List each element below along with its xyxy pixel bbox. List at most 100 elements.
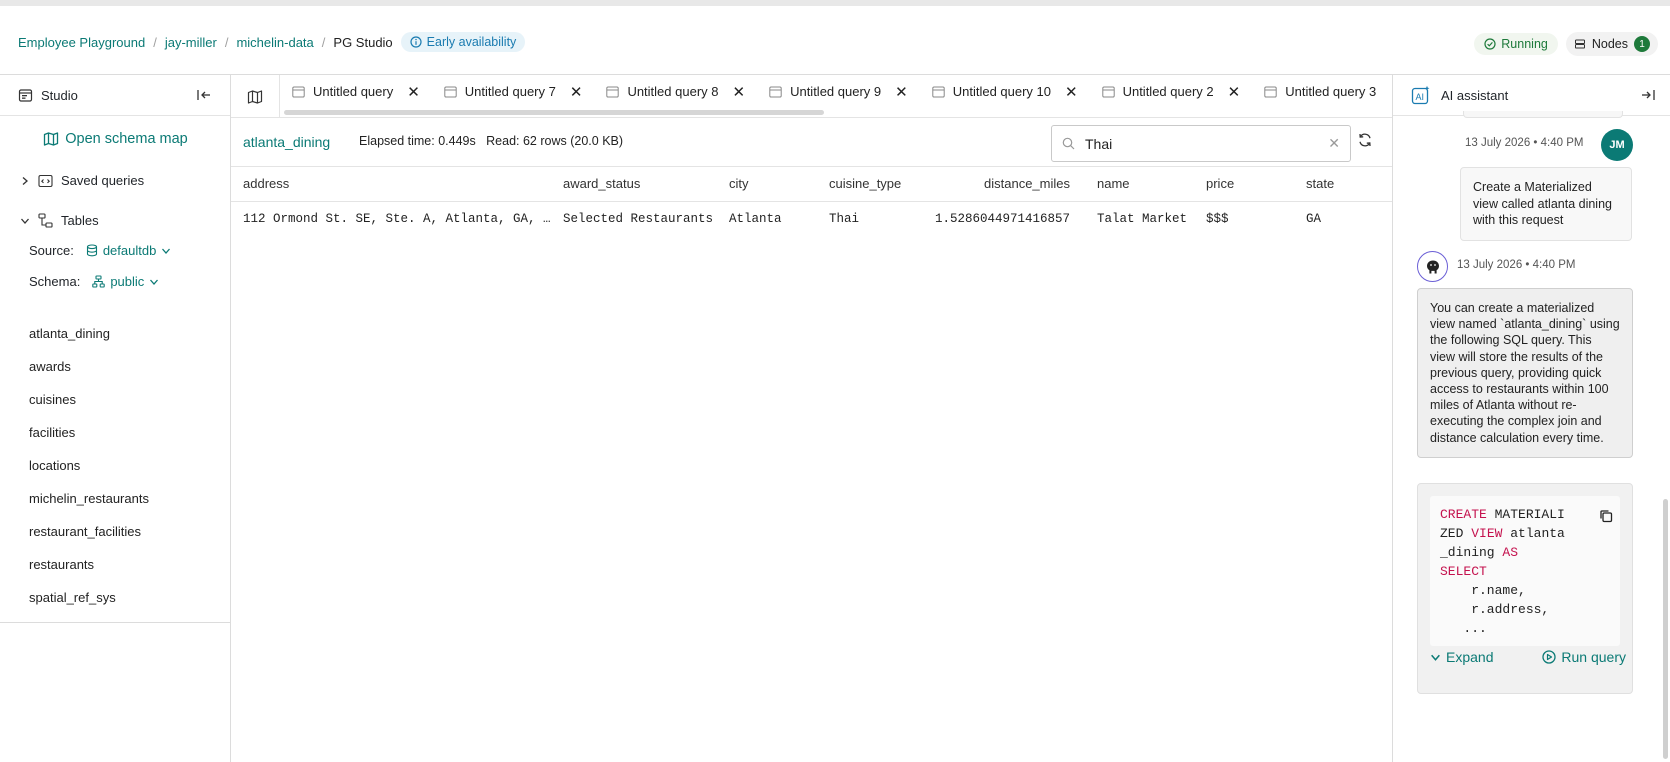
ai-icon: AI bbox=[1411, 85, 1430, 105]
schema-map-toggle[interactable] bbox=[231, 75, 280, 117]
sidebar-title: Studio bbox=[41, 87, 78, 103]
breadcrumb-separator: / bbox=[321, 34, 326, 50]
code-token: r.address, bbox=[1440, 602, 1550, 617]
top-header: Employee Playground / jay-miller / miche… bbox=[0, 0, 1670, 75]
column-header[interactable]: address bbox=[243, 176, 289, 191]
cell-distance-miles: 1.5286044971416857 bbox=[934, 212, 1070, 226]
close-icon[interactable]: ✕ bbox=[407, 83, 420, 101]
table-item[interactable]: restaurants bbox=[29, 557, 94, 572]
table-item[interactable]: atlanta_dining bbox=[29, 326, 110, 341]
close-icon[interactable]: ✕ bbox=[733, 83, 746, 101]
ai-assistant-title: AI assistant bbox=[1441, 87, 1509, 103]
run-query-button[interactable]: Run query bbox=[1542, 649, 1626, 665]
elephant-icon bbox=[1426, 260, 1439, 273]
tab-query[interactable]: Untitled query ✕ bbox=[280, 75, 432, 108]
code-actions: Expand Run query bbox=[1430, 649, 1626, 665]
close-icon[interactable]: ✕ bbox=[1228, 83, 1241, 101]
collapse-panel-icon[interactable] bbox=[1640, 88, 1656, 102]
query-tabs-bar: Untitled query ✕ Untitled query 7 ✕ Unti… bbox=[231, 75, 1392, 118]
chevron-down-icon bbox=[150, 279, 159, 285]
column-header[interactable]: price bbox=[1206, 176, 1234, 191]
source-select[interactable]: defaultdb bbox=[86, 243, 172, 258]
table-header-row: address award_status city cuisine_type d… bbox=[231, 167, 1392, 202]
query-tab-icon bbox=[769, 86, 782, 97]
column-header[interactable]: cuisine_type bbox=[829, 176, 901, 191]
schema-select[interactable]: public bbox=[92, 274, 159, 289]
tab-label: Untitled query bbox=[313, 84, 394, 99]
info-icon bbox=[410, 36, 422, 48]
code-token: r.name, bbox=[1440, 583, 1526, 598]
tab-label: Untitled query 7 bbox=[464, 84, 556, 99]
search-icon bbox=[1062, 137, 1075, 150]
close-icon[interactable]: ✕ bbox=[1065, 83, 1078, 101]
source-value: defaultdb bbox=[102, 243, 157, 258]
ai-assistant-panel: AI AI assistant 13 July 2026 • 4:40 PM J… bbox=[1392, 75, 1670, 762]
table-item[interactable]: cuisines bbox=[29, 392, 76, 407]
collapse-sidebar-icon[interactable] bbox=[196, 88, 212, 102]
tab-query[interactable]: Untitled query 10 ✕ bbox=[920, 75, 1090, 108]
table-item[interactable]: restaurant_facilities bbox=[29, 524, 141, 539]
column-header[interactable]: state bbox=[1306, 176, 1334, 191]
table-row[interactable]: 112 Ormond St. SE, Ste. A, Atlanta, GA, … bbox=[231, 202, 1392, 236]
ai-avatar bbox=[1417, 251, 1448, 282]
table-item[interactable]: locations bbox=[29, 458, 80, 473]
tab-label: Untitled query 2 bbox=[1122, 84, 1214, 99]
column-header[interactable]: award_status bbox=[563, 176, 640, 191]
map-icon bbox=[247, 89, 263, 104]
tables-icon bbox=[38, 213, 53, 228]
check-circle-icon bbox=[1484, 38, 1496, 50]
breadcrumb-item-database[interactable]: michelin-data bbox=[236, 35, 313, 50]
clear-search-icon[interactable]: ✕ bbox=[1328, 135, 1340, 152]
table-item[interactable]: awards bbox=[29, 359, 71, 374]
code-token: ... bbox=[1440, 621, 1487, 636]
user-avatar: JM bbox=[1601, 129, 1633, 161]
ai-panel-scrollbar[interactable] bbox=[1663, 499, 1668, 759]
result-table-name[interactable]: atlanta_dining bbox=[243, 134, 330, 150]
code-file-icon bbox=[38, 174, 53, 187]
column-header[interactable]: city bbox=[729, 176, 749, 191]
table-item[interactable]: facilities bbox=[29, 425, 75, 440]
close-icon[interactable]: ✕ bbox=[570, 83, 583, 101]
tab-query[interactable]: Untitled query 3 ✕ bbox=[1252, 75, 1392, 108]
map-icon bbox=[44, 132, 59, 146]
ai-message: You can create a materialized view named… bbox=[1417, 288, 1633, 458]
chevron-down-icon bbox=[21, 218, 29, 224]
saved-queries-toggle[interactable]: Saved queries bbox=[20, 173, 144, 188]
breadcrumb-separator: / bbox=[153, 34, 157, 50]
open-schema-map-button[interactable]: Open schema map bbox=[0, 131, 231, 147]
tables-toggle[interactable]: Tables bbox=[20, 213, 99, 228]
tab-query[interactable]: Untitled query 7 ✕ bbox=[432, 75, 595, 108]
search-input[interactable] bbox=[1085, 135, 1319, 152]
query-tab-icon bbox=[1101, 86, 1115, 97]
tab-query[interactable]: Untitled query 2 ✕ bbox=[1090, 75, 1253, 108]
query-tab-icon bbox=[1264, 86, 1277, 97]
result-header: atlanta_dining Elapsed time: 0.449s Read… bbox=[231, 118, 1392, 167]
tabs-scrollbar[interactable] bbox=[284, 110, 824, 115]
nodes-button[interactable]: Nodes 1 bbox=[1565, 32, 1658, 56]
code-token: VIEW bbox=[1471, 526, 1503, 541]
result-search[interactable]: ✕ bbox=[1051, 125, 1351, 162]
cell-city: Atlanta bbox=[729, 212, 782, 226]
close-icon[interactable]: ✕ bbox=[895, 83, 908, 101]
column-header[interactable]: distance_miles bbox=[984, 176, 1070, 191]
tab-query[interactable]: Untitled query 9 ✕ bbox=[757, 75, 920, 108]
expand-label: Expand bbox=[1446, 649, 1494, 665]
table-item[interactable]: michelin_restaurants bbox=[29, 491, 149, 506]
column-header[interactable]: name bbox=[1097, 176, 1130, 191]
studio-icon bbox=[18, 88, 33, 102]
running-label: Running bbox=[1501, 37, 1548, 51]
early-availability-badge[interactable]: Early availability bbox=[400, 32, 526, 52]
table-item[interactable]: spatial_ref_sys bbox=[29, 590, 116, 605]
user-message: Create a Materialized view called atlant… bbox=[1460, 167, 1632, 241]
expand-button[interactable]: Expand bbox=[1430, 649, 1493, 665]
running-status-badge: Running bbox=[1474, 33, 1558, 55]
breadcrumb-current: PG Studio bbox=[333, 34, 393, 50]
code-token: SELECT bbox=[1440, 564, 1487, 579]
refresh-icon[interactable] bbox=[1357, 132, 1373, 148]
copy-icon[interactable] bbox=[1598, 508, 1614, 524]
breadcrumb-item-project[interactable]: jay-miller bbox=[165, 35, 217, 50]
breadcrumb-item-org[interactable]: Employee Playground bbox=[18, 35, 145, 50]
schema-value: public bbox=[110, 274, 145, 289]
cell-name: Talat Market bbox=[1097, 212, 1188, 226]
tab-query[interactable]: Untitled query 8 ✕ bbox=[594, 75, 757, 108]
